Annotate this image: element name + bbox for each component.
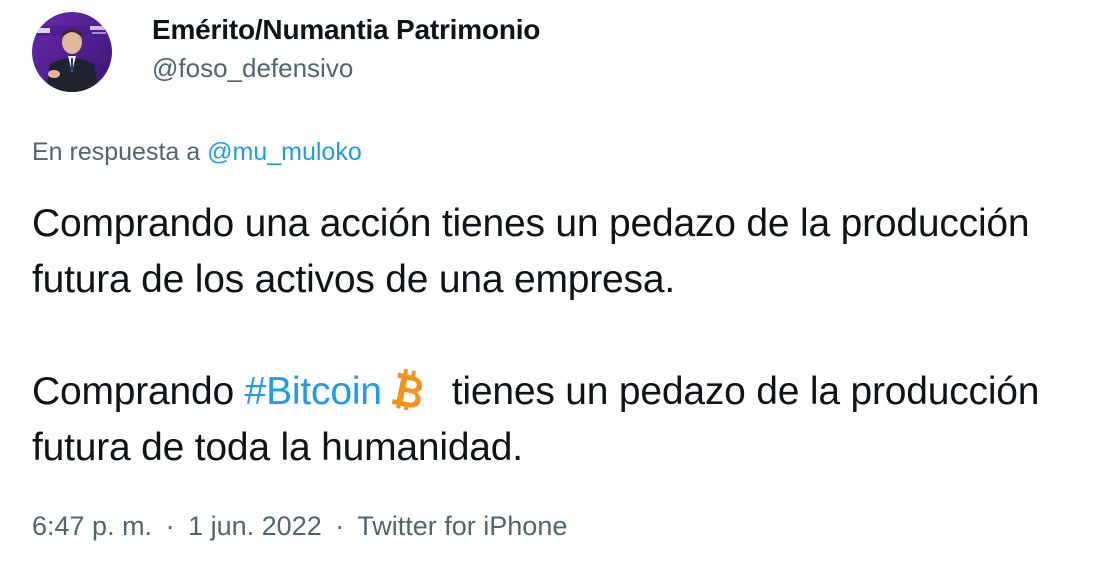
- hashtag-link[interactable]: #Bitcoin: [245, 370, 382, 413]
- tweet-text: Comprando una acción tienes un pedazo de…: [32, 196, 1092, 476]
- author-info: Emérito/Numantia Patrimonio @foso_defens…: [152, 13, 540, 85]
- tweet-header: Emérito/Numantia Patrimonio @foso_defens…: [32, 12, 540, 92]
- display-name[interactable]: Emérito/Numantia Patrimonio: [152, 13, 540, 47]
- avatar-image: [32, 12, 112, 92]
- meta-separator: ·: [165, 511, 175, 541]
- meta-separator: ·: [335, 511, 345, 541]
- author-handle[interactable]: @foso_defensivo: [152, 51, 540, 85]
- tweet-source[interactable]: Twitter for iPhone: [357, 511, 567, 541]
- tweet: Emérito/Numantia Patrimonio @foso_defens…: [0, 0, 1108, 564]
- tweet-meta: 6:47 p. m. · 1 jun. 2022 · Twitter for i…: [32, 506, 567, 546]
- paragraph-2-lead: Comprando: [32, 370, 245, 413]
- reply-context: En respuesta a @mu_muloko: [32, 136, 362, 168]
- avatar[interactable]: [32, 12, 112, 92]
- tweet-date[interactable]: 1 jun. 2022: [188, 511, 322, 541]
- tweet-time[interactable]: 6:47 p. m.: [32, 511, 152, 541]
- tweet-paragraph-2: Comprando #Bitcoin tienes un pedazo de la…: [32, 364, 1092, 476]
- reply-to-link[interactable]: @mu_muloko: [207, 138, 362, 166]
- reply-prefix: En respuesta a: [32, 138, 201, 166]
- tweet-paragraph-1: Comprando una acción tienes un pedazo de…: [32, 202, 1030, 301]
- bitcoin-emoji-icon: [391, 368, 422, 410]
